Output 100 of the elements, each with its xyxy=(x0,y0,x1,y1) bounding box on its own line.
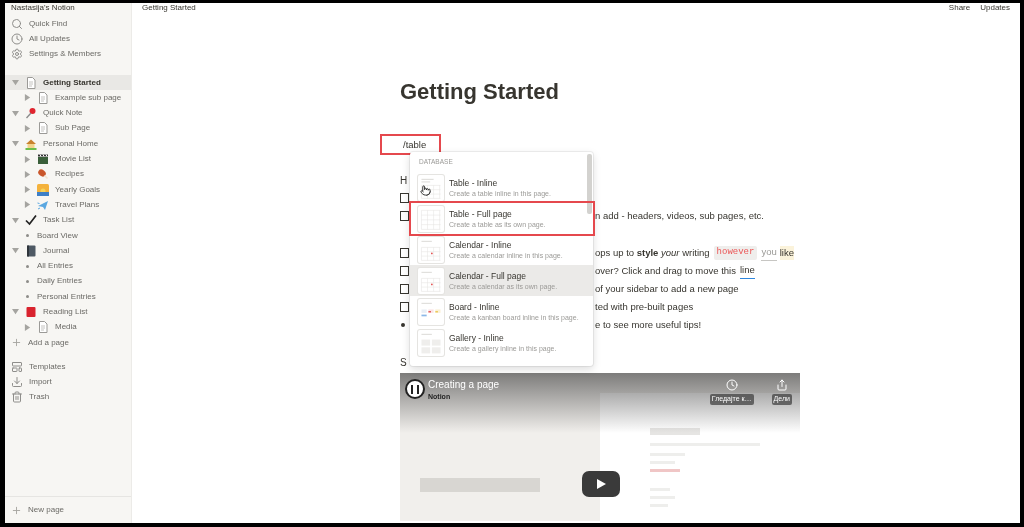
document-icon xyxy=(37,122,49,135)
menu-item-title: Table - Full page xyxy=(449,208,513,220)
menu-item-title: Calendar - Full page xyxy=(449,270,527,282)
menu-item-title: Board - Inline xyxy=(449,301,501,313)
house-icon xyxy=(25,137,37,150)
expand-toggle-icon[interactable] xyxy=(24,155,31,163)
breadcrumb[interactable]: Getting Started xyxy=(142,3,196,12)
todo-checkbox[interactable] xyxy=(400,302,409,312)
play-icon xyxy=(596,479,606,489)
collapse-toggle-icon[interactable] xyxy=(12,79,19,87)
sunset-icon xyxy=(37,183,49,196)
todo-checkbox[interactable] xyxy=(400,193,409,203)
expand-toggle-icon[interactable] xyxy=(24,124,31,132)
todo-text: ops up to style your writing xyxy=(595,245,710,260)
bullet-text: e to see more useful tips! xyxy=(595,317,702,332)
page-title: Getting Started xyxy=(400,79,560,105)
todo-text: ted with pre-built pages xyxy=(595,299,694,314)
search-icon xyxy=(11,17,23,30)
underlined-text: you xyxy=(761,245,777,261)
video-title[interactable]: Creating a page xyxy=(428,379,500,391)
airplane-icon xyxy=(37,198,49,211)
collapse-toggle-icon[interactable] xyxy=(12,247,19,255)
sidebar-page-item[interactable]: Personal Home xyxy=(5,136,131,152)
notebook-icon xyxy=(25,244,37,257)
inline-code: however xyxy=(713,246,758,260)
sidebar-menu-item[interactable]: Templates xyxy=(5,359,131,375)
clock-icon xyxy=(11,32,23,45)
menu-item-title: Gallery - Inline xyxy=(449,332,505,344)
plus-icon xyxy=(11,337,22,349)
film-clapper-icon xyxy=(37,153,49,165)
highlighted-text: like xyxy=(779,245,794,261)
sidebar-page-item[interactable]: Media xyxy=(5,319,131,335)
sidebar-menu-item[interactable]: Import xyxy=(5,374,131,390)
sidebar-page-item[interactable]: Example sub page xyxy=(5,90,131,106)
clock-icon xyxy=(725,379,738,391)
todo-text: over? Click and drag to move this xyxy=(595,263,736,278)
expand-toggle-icon[interactable] xyxy=(24,170,31,178)
bullet-icon xyxy=(26,279,29,283)
collapse-toggle-icon[interactable] xyxy=(12,109,19,117)
new-page-button[interactable]: New page xyxy=(5,496,131,523)
expand-toggle-icon[interactable] xyxy=(24,186,31,194)
collapse-toggle-icon[interactable] xyxy=(12,140,19,148)
topbar-action[interactable]: Share xyxy=(948,3,971,12)
template-thumbnail-icon xyxy=(418,205,444,232)
template-thumbnail-icon xyxy=(418,329,444,356)
bullet-icon xyxy=(401,323,405,327)
expand-toggle-icon[interactable] xyxy=(24,201,31,209)
line-link[interactable]: line xyxy=(740,263,755,279)
sidebar-page-item[interactable]: Personal Entries xyxy=(5,289,131,305)
template-thumbnail-icon xyxy=(418,267,444,294)
document-icon xyxy=(25,76,37,89)
hand-cursor-icon xyxy=(420,184,431,197)
sidebar-menu-item[interactable]: Quick Find xyxy=(5,16,131,32)
bullet-icon xyxy=(26,295,29,299)
play-button[interactable] xyxy=(582,471,620,497)
sidebar-page-item[interactable]: Quick Note xyxy=(5,105,131,121)
share-icon xyxy=(775,379,788,391)
add-page-button[interactable]: Add a page xyxy=(5,334,131,351)
collapse-toggle-icon[interactable] xyxy=(12,216,19,224)
section-text: S xyxy=(400,355,407,370)
sidebar-page-item[interactable]: All Entries xyxy=(5,258,131,274)
expand-toggle-icon[interactable] xyxy=(24,94,31,102)
topbar-action[interactable]: Updates xyxy=(980,3,1010,12)
expand-toggle-icon[interactable] xyxy=(24,323,31,331)
sidebar-page-item[interactable]: Daily Entries xyxy=(5,273,131,290)
sidebar-page-item[interactable]: Travel Plans xyxy=(5,197,131,213)
sidebar-page-item[interactable]: Task List xyxy=(5,212,131,228)
pin-icon xyxy=(25,107,37,120)
sidebar-page-item[interactable]: Board View xyxy=(5,227,131,244)
todo-checkbox[interactable] xyxy=(400,266,409,276)
sidebar-page-item[interactable]: Sub Page xyxy=(5,120,131,137)
heading-text: H xyxy=(400,173,408,188)
sidebar-menu-item[interactable]: All Updates xyxy=(5,31,131,47)
todo-text: of your sidebar to add a new page xyxy=(595,281,739,296)
bullet-icon xyxy=(26,234,29,237)
sidebar-page-item[interactable]: Movie List xyxy=(5,151,131,167)
sidebar-page-item[interactable]: Getting Started xyxy=(5,74,131,91)
drumstick-icon xyxy=(37,168,49,181)
todo-checkbox[interactable] xyxy=(400,248,409,258)
menu-item-title: Calendar - Inline xyxy=(449,239,513,251)
template-thumbnail-icon xyxy=(418,298,444,325)
download-icon xyxy=(11,376,23,389)
sidebar-menu-item[interactable]: Settings & Members xyxy=(5,46,131,62)
document-icon xyxy=(37,321,49,334)
scrollbar xyxy=(587,154,592,214)
workspace-name[interactable]: Nastasija's Notion xyxy=(11,3,75,12)
bullet-icon xyxy=(26,264,29,268)
sidebar-page-item[interactable]: Yearly Goals xyxy=(5,181,131,198)
todo-checkbox[interactable] xyxy=(400,284,409,294)
collapse-toggle-icon[interactable] xyxy=(12,308,19,316)
todo-checkbox[interactable] xyxy=(400,211,409,221)
template-thumbnail-icon xyxy=(418,236,444,263)
templates-icon xyxy=(11,360,23,373)
sidebar-page-item[interactable]: Recipes xyxy=(5,166,131,182)
todo-text: n add - headers, videos, sub pages, etc. xyxy=(595,208,764,223)
menu-item-title: Table - Inline xyxy=(449,177,499,189)
sidebar-menu-item[interactable]: Trash xyxy=(5,389,131,406)
sidebar-page-item[interactable]: Journal xyxy=(5,243,131,259)
document-icon xyxy=(37,91,49,104)
sidebar-page-item[interactable]: Reading List xyxy=(5,304,131,320)
